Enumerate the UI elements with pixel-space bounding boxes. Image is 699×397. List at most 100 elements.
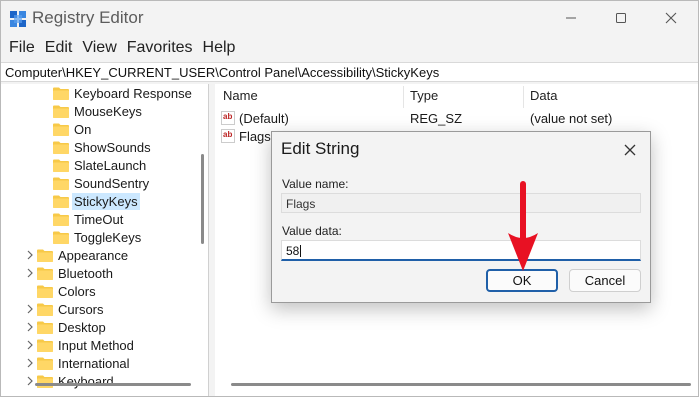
tree-item[interactable]: StickyKeys — [53, 192, 140, 210]
dialog-close-button[interactable] — [618, 138, 642, 162]
tree-item-label: TimeOut — [74, 211, 124, 227]
tree-item-label: Cursors — [58, 301, 104, 317]
value-data: (value not set) — [530, 111, 613, 126]
tree-horizontal-scroll-thumb[interactable] — [35, 383, 191, 386]
values-horizontal-scroll-thumb[interactable] — [231, 383, 691, 386]
close-icon — [665, 12, 677, 24]
tree-item[interactable]: Cursors — [27, 300, 104, 318]
value-name: Flags — [239, 129, 271, 144]
folder-icon — [37, 285, 53, 298]
tree-item[interactable]: International — [27, 354, 130, 372]
column-divider[interactable] — [403, 86, 404, 108]
tree-item-label: Input Method — [58, 337, 134, 353]
maximize-button[interactable] — [598, 1, 644, 35]
column-header-data[interactable]: Data — [530, 88, 557, 108]
column-header-name[interactable]: Name — [223, 88, 258, 108]
tree-horizontal-scrollbar[interactable] — [1, 379, 199, 389]
tree-item[interactable]: SlateLaunch — [53, 156, 146, 174]
chevron-right-icon[interactable] — [25, 340, 35, 350]
tree-item[interactable]: Input Method — [27, 336, 134, 354]
menu-edit[interactable]: Edit — [45, 36, 73, 60]
folder-icon — [53, 231, 69, 244]
cancel-button[interactable]: Cancel — [569, 269, 641, 292]
tree-item-label: Bluetooth — [58, 265, 113, 281]
folder-icon — [37, 339, 53, 352]
tree-item-label: On — [74, 121, 92, 137]
title-bar: Registry Editor — [1, 1, 698, 35]
folder-icon — [53, 105, 69, 118]
tree-item-label: Desktop — [58, 319, 106, 335]
edit-string-dialog: Edit String Value name: Flags Value data… — [271, 131, 651, 303]
dialog-title: Edit String — [281, 139, 360, 158]
folder-icon — [37, 267, 53, 280]
tree-item[interactable]: Desktop — [27, 318, 106, 336]
maximize-icon — [616, 13, 626, 23]
tree-item-label: ShowSounds — [74, 139, 151, 155]
folder-icon — [37, 357, 53, 370]
red-arrow-annotation-icon — [508, 181, 538, 271]
tree-item-label: SoundSentry — [74, 175, 150, 191]
tree-item[interactable]: ShowSounds — [53, 138, 151, 156]
value-name-label: Value name: — [282, 177, 349, 191]
string-value-icon: ab — [221, 111, 235, 125]
chevron-right-icon[interactable] — [25, 322, 35, 332]
value-data-label: Value data: — [282, 224, 342, 238]
folder-icon — [53, 213, 69, 226]
tree-item-label: StickyKeys — [72, 192, 140, 210]
chevron-right-icon[interactable] — [25, 268, 35, 278]
tree-item[interactable]: Keyboard Response — [53, 84, 192, 102]
tree-vertical-scroll-thumb[interactable] — [201, 154, 204, 244]
registry-editor-window: Registry Editor File Edit View Favorites… — [0, 0, 699, 397]
folder-icon — [53, 87, 69, 100]
tree-item-label: MouseKeys — [74, 103, 142, 119]
tree-item[interactable]: TimeOut — [53, 210, 123, 228]
value-row[interactable]: ab (Default) REG_SZ (value not set) — [221, 109, 691, 127]
folder-icon — [53, 159, 69, 172]
tree-item[interactable]: Appearance — [27, 246, 129, 264]
value-data-text: 58 — [286, 244, 300, 258]
address-bar[interactable]: Computer\HKEY_CURRENT_USER\Control Panel… — [1, 62, 698, 82]
chevron-right-icon[interactable] — [25, 250, 35, 260]
minimize-button[interactable] — [548, 1, 594, 35]
folder-icon — [53, 195, 69, 208]
menu-view[interactable]: View — [82, 36, 116, 60]
value-name: (Default) — [239, 111, 289, 126]
folder-icon — [53, 177, 69, 190]
menu-file[interactable]: File — [9, 36, 35, 60]
tree-item[interactable]: Colors — [37, 282, 96, 300]
chevron-right-icon[interactable] — [25, 304, 35, 314]
folder-icon — [37, 249, 53, 262]
close-icon — [624, 144, 636, 156]
text-caret — [300, 245, 302, 257]
value-name-field: Flags — [281, 193, 641, 213]
folder-icon — [53, 123, 69, 136]
window-title: Registry Editor — [32, 8, 144, 27]
tree-item-label: Keyboard Response — [74, 85, 192, 101]
tree-item[interactable]: ToggleKeys — [53, 228, 141, 246]
menu-favorites[interactable]: Favorites — [127, 36, 193, 60]
key-tree-pane: Keyboard Response MouseKeys On ShowSounds Sl… — [1, 84, 209, 396]
tree-item[interactable]: SoundSentry — [53, 174, 149, 192]
tree-item-label: International — [58, 355, 130, 371]
value-type: REG_SZ — [410, 111, 463, 126]
registry-editor-icon — [10, 11, 26, 27]
folder-icon — [53, 141, 69, 154]
tree-item-label: SlateLaunch — [74, 157, 147, 173]
tree-item[interactable]: On — [53, 120, 91, 138]
tree-item[interactable]: Bluetooth — [27, 264, 113, 282]
minimize-icon — [566, 17, 576, 19]
tree-item-label: Appearance — [58, 247, 129, 263]
tree-item[interactable]: MouseKeys — [53, 102, 142, 120]
tree-item-label: ToggleKeys — [74, 229, 142, 245]
string-value-icon: ab — [221, 129, 235, 143]
tree-item-label: Colors — [58, 283, 96, 299]
tree-vertical-scrollbar[interactable] — [199, 84, 207, 374]
folder-icon — [37, 303, 53, 316]
chevron-right-icon[interactable] — [25, 358, 35, 368]
close-button[interactable] — [648, 1, 694, 35]
column-divider[interactable] — [523, 86, 524, 108]
folder-icon — [37, 321, 53, 334]
menu-help[interactable]: Help — [203, 36, 236, 60]
value-data-input[interactable]: 58 — [281, 240, 641, 261]
column-header-type[interactable]: Type — [410, 88, 438, 108]
